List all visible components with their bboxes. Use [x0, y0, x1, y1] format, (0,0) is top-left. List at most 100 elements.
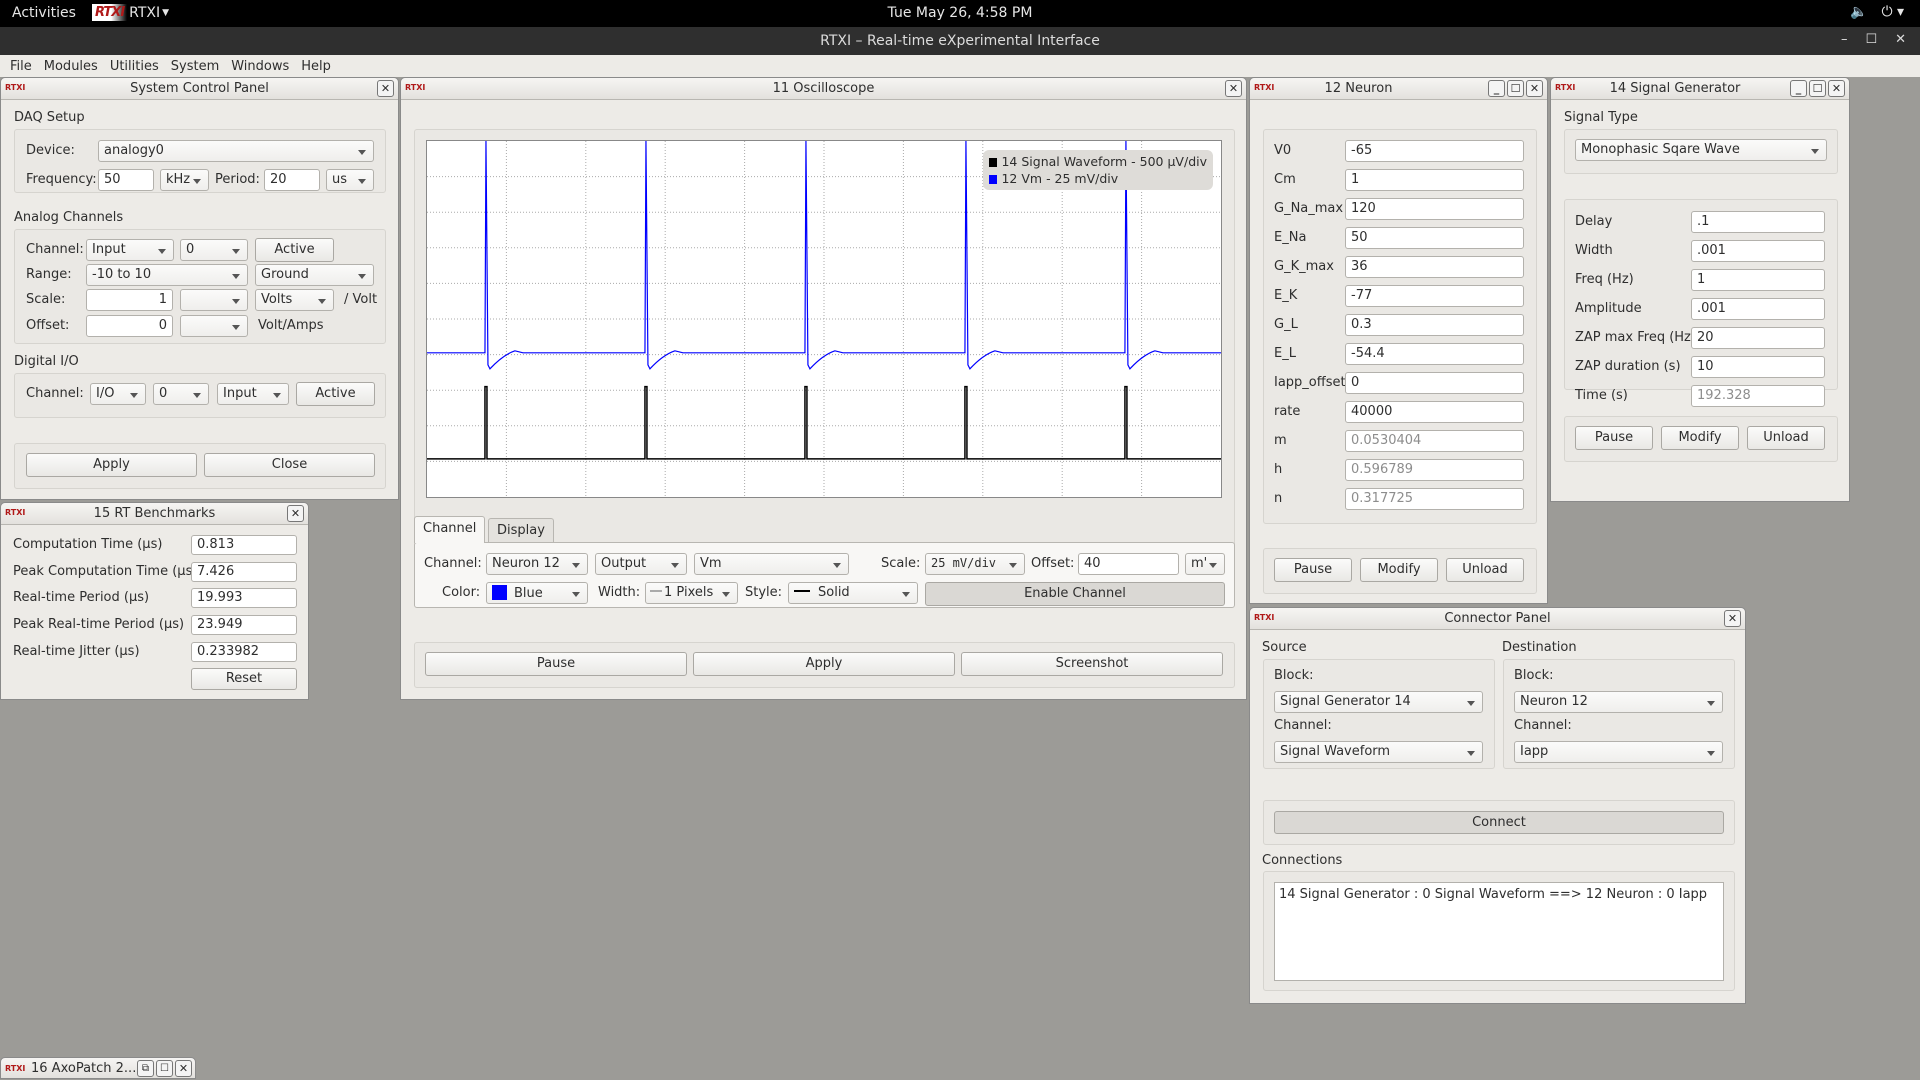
reference-select[interactable]: Ground — [255, 264, 374, 286]
unload-button[interactable]: Unload — [1446, 558, 1524, 582]
unload-button[interactable]: Unload — [1747, 426, 1825, 450]
maximize-icon[interactable]: ☐ — [156, 1060, 173, 1077]
close-icon[interactable]: ✕ — [1828, 80, 1845, 97]
channel-block-select[interactable]: Neuron 12 — [486, 553, 588, 575]
style-select[interactable]: Solid — [788, 582, 918, 604]
dio-active-button[interactable]: Active — [296, 382, 375, 406]
pause-button[interactable]: Pause — [425, 652, 687, 676]
tab-channel[interactable]: Channel — [414, 516, 486, 543]
scope-plot[interactable]: 14 Signal Waveform - 500 µV/div 12 Vm - … — [426, 140, 1222, 498]
param-input[interactable]: 120 — [1345, 198, 1524, 220]
menu-help[interactable]: Help — [301, 59, 331, 74]
menu-utilities[interactable]: Utilities — [110, 59, 159, 74]
param-input[interactable]: 40000 — [1345, 401, 1524, 423]
dio-number-select[interactable]: 0 — [153, 383, 209, 405]
period-unit-select[interactable]: us — [326, 169, 374, 191]
scale-select[interactable]: 25 mV/div — [925, 553, 1025, 575]
menu-system[interactable]: System — [171, 59, 219, 74]
active-button[interactable]: Active — [255, 238, 334, 262]
maximize-icon[interactable]: ☐ — [1865, 32, 1877, 47]
reset-button[interactable]: Reset — [191, 668, 297, 690]
dio-direction-select[interactable]: Input — [217, 383, 289, 405]
param-input[interactable]: .001 — [1691, 298, 1825, 320]
param-input[interactable]: 36 — [1345, 256, 1524, 278]
source-channel-select[interactable]: Signal Waveform — [1274, 741, 1483, 763]
maximize-icon[interactable]: ☐ — [1809, 80, 1826, 97]
offset-prefix-select[interactable] — [180, 315, 248, 337]
param-input[interactable]: .001 — [1691, 240, 1825, 262]
param-input[interactable]: 0.3 — [1345, 314, 1524, 336]
titlebar[interactable]: RTXI 12 Neuron _ ☐ ✕ — [1250, 78, 1547, 100]
restore-icon[interactable]: ⧉ — [137, 1060, 154, 1077]
param-input[interactable]: 1 — [1691, 269, 1825, 291]
scale-input[interactable]: 1 — [86, 289, 173, 311]
app-menu[interactable]: RTXI RTXI ▼ — [92, 4, 169, 21]
close-icon[interactable]: ✕ — [1225, 80, 1242, 97]
offset-input[interactable]: 40 — [1078, 553, 1179, 575]
param-input[interactable]: -54.4 — [1345, 343, 1524, 365]
connection-item[interactable]: 14 Signal Generator : 0 Signal Waveform … — [1279, 887, 1719, 902]
offset-unit-select[interactable]: m' — [1185, 553, 1225, 575]
param-input[interactable]: 20 — [1691, 327, 1825, 349]
titlebar[interactable]: RTXI 14 Signal Generator _ ☐ ✕ — [1551, 78, 1849, 100]
close-icon[interactable]: ✕ — [1895, 32, 1906, 47]
channel-name-select[interactable]: Vm — [694, 553, 849, 575]
menu-modules[interactable]: Modules — [44, 59, 98, 74]
close-icon[interactable]: ✕ — [287, 505, 304, 522]
param-input[interactable]: .1 — [1691, 211, 1825, 233]
pause-button[interactable]: Pause — [1274, 558, 1352, 582]
minimize-icon[interactable]: _ — [1488, 80, 1505, 97]
close-icon[interactable]: ✕ — [1724, 610, 1741, 627]
maximize-icon[interactable]: ☐ — [1507, 80, 1524, 97]
menu-windows[interactable]: Windows — [231, 59, 289, 74]
source-block-select[interactable]: Signal Generator 14 — [1274, 691, 1483, 713]
connections-list[interactable]: 14 Signal Generator : 0 Signal Waveform … — [1274, 882, 1724, 981]
offset-input[interactable]: 0 — [86, 315, 173, 337]
activities-button[interactable]: Activities — [12, 5, 76, 21]
modify-button[interactable]: Modify — [1360, 558, 1438, 582]
device-select[interactable]: analogy0 — [98, 140, 374, 162]
period-input[interactable]: 20 — [264, 169, 320, 191]
param-input[interactable]: 50 — [1345, 227, 1524, 249]
range-select[interactable]: -10 to 10 — [86, 264, 248, 286]
param-input[interactable]: 0 — [1345, 372, 1524, 394]
close-icon[interactable]: ✕ — [377, 80, 394, 97]
titlebar[interactable]: RTXI Connector Panel ✕ — [1250, 608, 1745, 630]
destination-block-select[interactable]: Neuron 12 — [1514, 691, 1723, 713]
menu-file[interactable]: File — [10, 59, 32, 74]
pause-button[interactable]: Pause — [1575, 426, 1653, 450]
dio-type-select[interactable]: I/O — [90, 383, 146, 405]
channel-type-select[interactable]: Input — [86, 239, 174, 261]
close-button[interactable]: Close — [204, 453, 375, 477]
param-input[interactable]: 1 — [1345, 169, 1524, 191]
power-icon[interactable]: ⏻ ▾ — [1881, 4, 1904, 20]
param-input[interactable]: -77 — [1345, 285, 1524, 307]
connect-button[interactable]: Connect — [1274, 811, 1724, 834]
param-input[interactable]: 10 — [1691, 356, 1825, 378]
width-select[interactable]: 1 Pixels — [645, 582, 738, 604]
scale-unit-select[interactable]: Volts — [255, 289, 334, 311]
titlebar[interactable]: RTXI 11 Oscilloscope ✕ — [401, 78, 1246, 100]
enable-channel-button[interactable]: Enable Channel — [925, 582, 1225, 606]
apply-button[interactable]: Apply — [693, 652, 955, 676]
frequency-input[interactable]: 50 — [98, 169, 154, 191]
channel-type-select[interactable]: Output — [595, 553, 687, 575]
minimize-icon[interactable]: – — [1841, 32, 1848, 47]
scale-prefix-select[interactable] — [180, 289, 248, 311]
color-select[interactable]: Blue — [486, 582, 588, 604]
minimize-icon[interactable]: _ — [1790, 80, 1807, 97]
modify-button[interactable]: Modify — [1661, 426, 1739, 450]
channel-number-select[interactable]: 0 — [180, 239, 248, 261]
tab-display[interactable]: Display — [488, 518, 554, 543]
screenshot-button[interactable]: Screenshot — [961, 652, 1223, 676]
volume-icon[interactable]: 🔈 — [1850, 4, 1867, 20]
apply-button[interactable]: Apply — [26, 453, 197, 477]
signal-type-select[interactable]: Monophasic Sqare Wave — [1575, 139, 1827, 161]
titlebar[interactable]: RTXI 15 RT Benchmarks ✕ — [1, 503, 308, 525]
close-icon[interactable]: ✕ — [175, 1060, 192, 1077]
param-input[interactable]: -65 — [1345, 140, 1524, 162]
axopatch-minimized-window[interactable]: RTXI 16 AxoPatch 2... ⧉ ☐ ✕ — [0, 1057, 196, 1079]
destination-channel-select[interactable]: Iapp — [1514, 741, 1723, 763]
titlebar[interactable]: RTXI System Control Panel ✕ — [1, 78, 398, 100]
frequency-unit-select[interactable]: kHz — [160, 169, 209, 191]
